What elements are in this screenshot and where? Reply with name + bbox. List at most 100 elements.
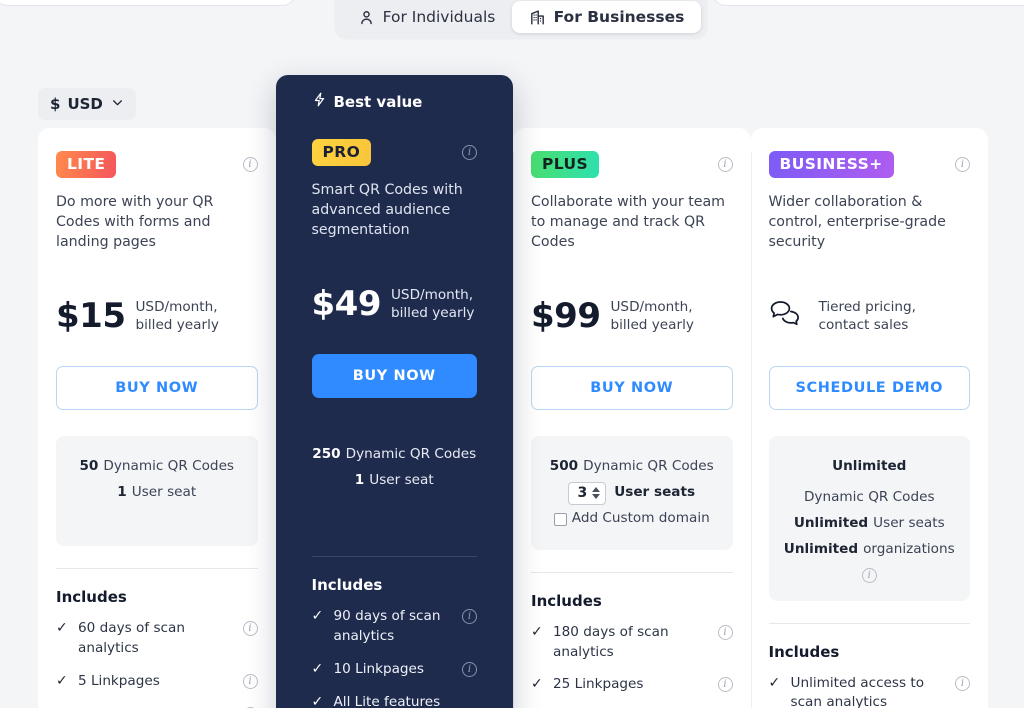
divider <box>56 568 258 570</box>
includes-title: Includes <box>768 642 840 661</box>
buy-now-button-pro[interactable]: BUY NOW <box>311 354 477 399</box>
divider <box>311 556 477 558</box>
plan-price: $99 <box>531 296 601 337</box>
best-value-label: Best value <box>333 92 423 111</box>
plan-badge-row: LITE i <box>56 150 258 178</box>
plan-price-sub-line2: billed yearly <box>135 317 219 334</box>
check-icon: ✓ <box>56 705 69 708</box>
plan-specs-business: Unlimited Dynamic QR Codes Unlimited Use… <box>768 436 970 601</box>
plan-specs-plus: 500 Dynamic QR Codes 3 User seats Add Cu… <box>531 436 733 550</box>
schedule-demo-button[interactable]: SCHEDULE DEMO <box>768 366 970 411</box>
user-seats-value: 3 <box>577 484 588 501</box>
plan-price-row: $15 USD/month, billed yearly <box>56 290 258 342</box>
feature-info-icon[interactable]: i <box>955 675 970 691</box>
plan-price-sub-line2: billed yearly <box>390 305 475 322</box>
best-value-ribbon: Best value <box>294 75 496 128</box>
spec-line: Unlimited Dynamic QR Codes <box>781 454 959 511</box>
user-seats-stepper[interactable]: 3 <box>568 481 607 505</box>
stepper-down-icon[interactable] <box>592 494 601 500</box>
plan-card-business: BUSINESS+ i Wider collaboration & contro… <box>750 128 988 708</box>
feature-info-icon[interactable]: i <box>242 621 258 637</box>
feature-list-pro: ✓ 90 days of scan analytics i ✓ 10 Linkp… <box>311 607 478 708</box>
tab-for-businesses[interactable]: For Businesses <box>511 1 701 33</box>
contact-line-2: contact sales <box>818 317 909 334</box>
check-icon: ✓ <box>768 674 781 691</box>
tab-for-individuals[interactable]: For Individuals <box>341 1 512 33</box>
feature-item: ✓ All Lite features <box>312 693 478 708</box>
feature-info-icon[interactable]: i <box>242 673 258 689</box>
feature-label: Unlimited access to scan analytics <box>790 674 925 708</box>
lightning-bolt-icon <box>312 91 327 112</box>
spec-value: 500 <box>549 458 579 475</box>
plan-specs-pro: 250 Dynamic QR Codes 1 User seat <box>312 424 478 534</box>
plan-description: Do more with your QR Codes with forms an… <box>56 194 214 251</box>
feature-info-icon[interactable]: i <box>717 677 733 693</box>
plan-price-sub: USD/month, billed yearly <box>391 286 474 323</box>
feature-item: ✓ Basic Customizations i <box>56 705 258 708</box>
contact-sales-text: Tiered pricing, contact sales <box>819 298 916 335</box>
plan-price-sub-line1: USD/month, <box>390 286 474 303</box>
spec-label: Dynamic QR Codes <box>803 489 935 506</box>
check-icon: ✓ <box>311 693 324 708</box>
plan-price-row: $99 USD/month, billed yearly <box>531 290 733 342</box>
top-panel-right-fragment <box>712 0 1024 6</box>
includes-title: Includes <box>56 588 127 607</box>
plan-price-row: $49 USD/month, billed yearly <box>312 278 478 330</box>
contact-line-1: Tiered pricing, <box>818 298 916 315</box>
buy-now-button-plus[interactable]: BUY NOW <box>531 366 733 411</box>
spec-label: User seat <box>369 472 434 489</box>
check-icon: ✓ <box>311 608 324 625</box>
feature-info-icon[interactable]: i <box>462 661 477 677</box>
custom-domain-label: Add Custom domain <box>571 510 710 527</box>
plan-price-sub: USD/month, billed yearly <box>135 298 218 335</box>
plan-card-plus: PLUS i Collaborate with your team to man… <box>513 128 751 708</box>
spec-info-icon[interactable]: i <box>861 567 877 583</box>
plan-badge-plus: PLUS <box>531 150 600 178</box>
check-icon: ✓ <box>56 620 68 637</box>
plan-price: $15 <box>56 296 126 337</box>
feature-label: 180 days of scan analytics <box>553 623 669 660</box>
currency-symbol: $ <box>50 95 61 113</box>
plan-specs-lite: 50 Dynamic QR Codes 1 User seat <box>56 436 258 547</box>
spec-line: Unlimited organizations i <box>781 537 959 583</box>
plan-info-icon[interactable]: i <box>955 156 970 172</box>
currency-selector[interactable]: $ USD <box>38 88 136 120</box>
spec-line-custom-domain: Add Custom domain <box>543 506 721 532</box>
includes-title: Includes <box>311 576 383 595</box>
feature-label: 5 Linkpages <box>78 672 160 689</box>
plan-card-lite: LITE i Do more with your QR Codes with f… <box>38 128 276 708</box>
spec-line: Unlimited User seats <box>781 511 959 537</box>
custom-domain-checkbox[interactable] <box>553 512 567 526</box>
top-panel-left-fragment <box>0 0 296 6</box>
spec-value: 1 <box>354 472 365 489</box>
plan-info-icon[interactable]: i <box>717 156 733 172</box>
spec-value: Unlimited <box>832 458 907 475</box>
check-icon: ✓ <box>531 676 543 693</box>
feature-label: 25 Linkpages <box>553 676 644 693</box>
feature-item: ✓ 180 days of scan analytics i <box>531 623 733 662</box>
spec-label: Dynamic QR Codes <box>103 458 235 475</box>
spec-line-seats: 3 User seats <box>543 480 721 506</box>
spec-label: organizations <box>863 540 955 557</box>
spec-value: 50 <box>79 458 99 475</box>
feature-info-icon[interactable]: i <box>717 624 733 640</box>
plan-price: $49 <box>311 284 382 325</box>
stepper-arrows <box>592 487 601 500</box>
check-icon: ✓ <box>56 672 68 689</box>
spec-line: 50 Dynamic QR Codes <box>68 454 246 480</box>
feature-item: ✓ 10 Linkpages i <box>311 660 477 680</box>
spec-line: 250 Dynamic QR Codes <box>312 442 478 468</box>
chevron-down-icon <box>111 95 124 113</box>
buy-now-button-lite[interactable]: BUY NOW <box>56 366 258 411</box>
plan-info-icon[interactable]: i <box>242 156 258 172</box>
stepper-up-icon[interactable] <box>592 487 601 493</box>
plan-badge-business: BUSINESS+ <box>768 150 894 178</box>
feature-label: 60 days of scan analytics <box>78 620 185 657</box>
plan-description: Smart QR Codes with advanced audience se… <box>311 182 463 239</box>
plan-card-pro: Best value PRO i Smart QR Codes with adv… <box>275 75 513 708</box>
plan-info-icon[interactable]: i <box>462 144 477 160</box>
feature-info-icon[interactable]: i <box>462 609 477 625</box>
audience-toggle: For Individuals For Businesses <box>335 0 707 38</box>
feature-label: 10 Linkpages <box>333 660 425 677</box>
check-icon: ✓ <box>311 660 324 677</box>
